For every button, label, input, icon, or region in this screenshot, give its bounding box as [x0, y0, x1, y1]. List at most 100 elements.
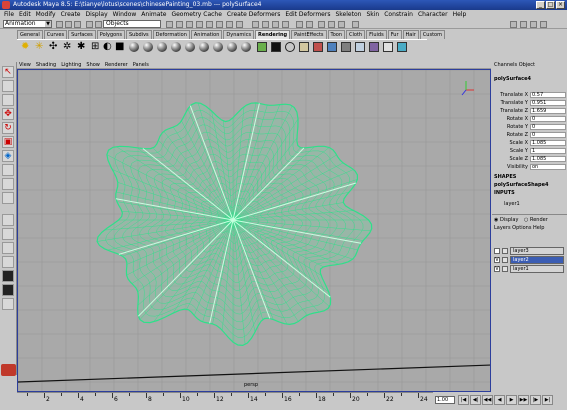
layer-row[interactable]: layer3: [494, 247, 566, 255]
render-icon[interactable]: [355, 42, 365, 52]
time-slider[interactable]: 2 4 6 8 10 12 14 16 18 20 22 24: [17, 392, 433, 406]
layer-visibility-toggle[interactable]: V: [494, 257, 500, 263]
shelf-tab-dynamics[interactable]: Dynamics: [223, 30, 255, 39]
input-field-icon[interactable]: [352, 21, 359, 28]
soft-mod-icon[interactable]: [2, 164, 14, 176]
close-button[interactable]: ×: [556, 1, 565, 9]
mask-icon[interactable]: [216, 21, 223, 28]
attribute-value[interactable]: 0.951: [530, 100, 566, 106]
menu-skeleton[interactable]: Skeleton: [335, 10, 361, 19]
light-icon[interactable]: ✣: [49, 42, 59, 52]
shelf-tab-surfaces[interactable]: Surfaces: [68, 30, 96, 39]
ipr-render-icon[interactable]: [328, 21, 335, 28]
history-icon[interactable]: [296, 21, 303, 28]
layer-template-toggle[interactable]: [502, 248, 508, 254]
camera-icon[interactable]: ◐: [103, 42, 113, 52]
select-tool-icon[interactable]: ↖: [2, 66, 14, 78]
menu-create[interactable]: Create: [61, 10, 81, 19]
render-current-icon[interactable]: [318, 21, 325, 28]
hypershade-layout-icon[interactable]: [2, 298, 14, 310]
panel-menu-show[interactable]: Show: [86, 61, 100, 68]
render-icon[interactable]: [341, 42, 351, 52]
menu-edit-deformers[interactable]: Edit Deformers: [285, 10, 330, 19]
menu-skin[interactable]: Skin: [366, 10, 379, 19]
render-settings-icon[interactable]: [338, 21, 345, 28]
maximize-button[interactable]: □: [546, 1, 555, 9]
menu-window[interactable]: Window: [113, 10, 137, 19]
light-icon[interactable]: ✳: [35, 42, 45, 52]
radio-display-icon[interactable]: ◉: [494, 217, 498, 223]
render-icon[interactable]: [313, 42, 323, 52]
panel-menu-shading[interactable]: Shading: [36, 61, 56, 68]
attribute-value[interactable]: on: [530, 164, 566, 170]
layer-name[interactable]: layer2: [510, 256, 564, 264]
layout-stack-icon[interactable]: [2, 256, 14, 268]
save-scene-icon[interactable]: [74, 21, 81, 28]
menu-help[interactable]: Help: [453, 10, 467, 19]
lasso-tool-icon[interactable]: [2, 80, 14, 92]
camera-icon[interactable]: ■: [115, 42, 125, 52]
attribute-value[interactable]: 0: [530, 124, 566, 130]
shelf-tab-deformation[interactable]: Deformation: [152, 30, 190, 39]
shelf-tab-fluids[interactable]: Fluids: [366, 30, 387, 39]
layout-four-icon[interactable]: [2, 228, 14, 240]
material-sphere-icon[interactable]: [241, 42, 251, 52]
material-sphere-icon[interactable]: [171, 42, 181, 52]
menu-character[interactable]: Character: [418, 10, 448, 19]
snap-point-icon[interactable]: [272, 21, 279, 28]
shelf-tab-general[interactable]: General: [17, 30, 43, 39]
last-tool-icon[interactable]: [2, 192, 14, 204]
shelf-tab-hair[interactable]: Hair: [402, 30, 419, 39]
rotate-tool-icon[interactable]: ↻: [2, 122, 14, 134]
light-icon[interactable]: ✲: [63, 42, 73, 52]
mask-icon[interactable]: [166, 21, 173, 28]
render-icon[interactable]: [299, 42, 309, 52]
play-forwards-button[interactable]: ▶: [506, 395, 517, 405]
shelf-tab-subdivs[interactable]: Subdivs: [126, 30, 152, 39]
toggle-panel-icon[interactable]: [530, 21, 537, 28]
perspective-viewport[interactable]: [17, 69, 491, 392]
material-sphere-icon[interactable]: [199, 42, 209, 52]
shelf-tab-animation[interactable]: Animation: [190, 30, 223, 39]
render-icon[interactable]: [369, 42, 379, 52]
render-icon[interactable]: [383, 42, 393, 52]
menu-edit[interactable]: Edit: [19, 10, 31, 19]
graph-layout-icon[interactable]: [2, 284, 14, 296]
universal-manip-icon[interactable]: ◈: [2, 150, 14, 162]
layer-template-toggle[interactable]: [502, 266, 508, 272]
menu-create-deformers[interactable]: Create Deformers: [227, 10, 280, 19]
layout-single-icon[interactable]: [2, 214, 14, 226]
attribute-value[interactable]: 0: [530, 132, 566, 138]
menu-set-dropdown[interactable]: Animation ▼: [3, 20, 52, 28]
shelf-tab-fur[interactable]: Fur: [387, 30, 402, 39]
play-backwards-button[interactable]: ◀: [494, 395, 505, 405]
layer-menu-layers[interactable]: Layers: [494, 225, 511, 231]
attribute-value[interactable]: 1.085: [530, 140, 566, 146]
shelf-tab-painteffects[interactable]: PaintEffects: [291, 30, 327, 39]
shelf-tab-polygons[interactable]: Polygons: [96, 30, 125, 39]
menu-modify[interactable]: Modify: [36, 10, 56, 19]
layer-name[interactable]: layer1: [510, 265, 564, 273]
minimize-button[interactable]: _: [536, 1, 545, 9]
toggle-panel-icon[interactable]: [510, 21, 517, 28]
show-manip-icon[interactable]: [2, 178, 14, 190]
menu-animate[interactable]: Animate: [141, 10, 166, 19]
select-by-object-icon[interactable]: [95, 21, 102, 28]
menu-file[interactable]: File: [4, 10, 14, 19]
render-icon[interactable]: [327, 42, 337, 52]
open-scene-icon[interactable]: [65, 21, 72, 28]
layer-visibility-toggle[interactable]: [494, 248, 500, 254]
attribute-value[interactable]: 1.659: [530, 108, 566, 114]
shelf-tab-toon[interactable]: Toon: [327, 30, 346, 39]
shelf-tab-curves[interactable]: Curves: [43, 30, 68, 39]
material-sphere-icon[interactable]: [185, 42, 195, 52]
step-back-key-button[interactable]: ◀|: [470, 395, 481, 405]
shelf-tab-rendering[interactable]: Rendering: [255, 30, 291, 39]
tab-channels[interactable]: Channels: [494, 62, 517, 68]
material-sphere-icon[interactable]: [227, 42, 237, 52]
toggle-panel-icon[interactable]: [520, 21, 527, 28]
panel-menu-panels[interactable]: Panels: [133, 61, 149, 68]
light-icon[interactable]: ✱: [77, 42, 87, 52]
new-scene-icon[interactable]: [56, 21, 63, 28]
mask-icon[interactable]: [196, 21, 203, 28]
